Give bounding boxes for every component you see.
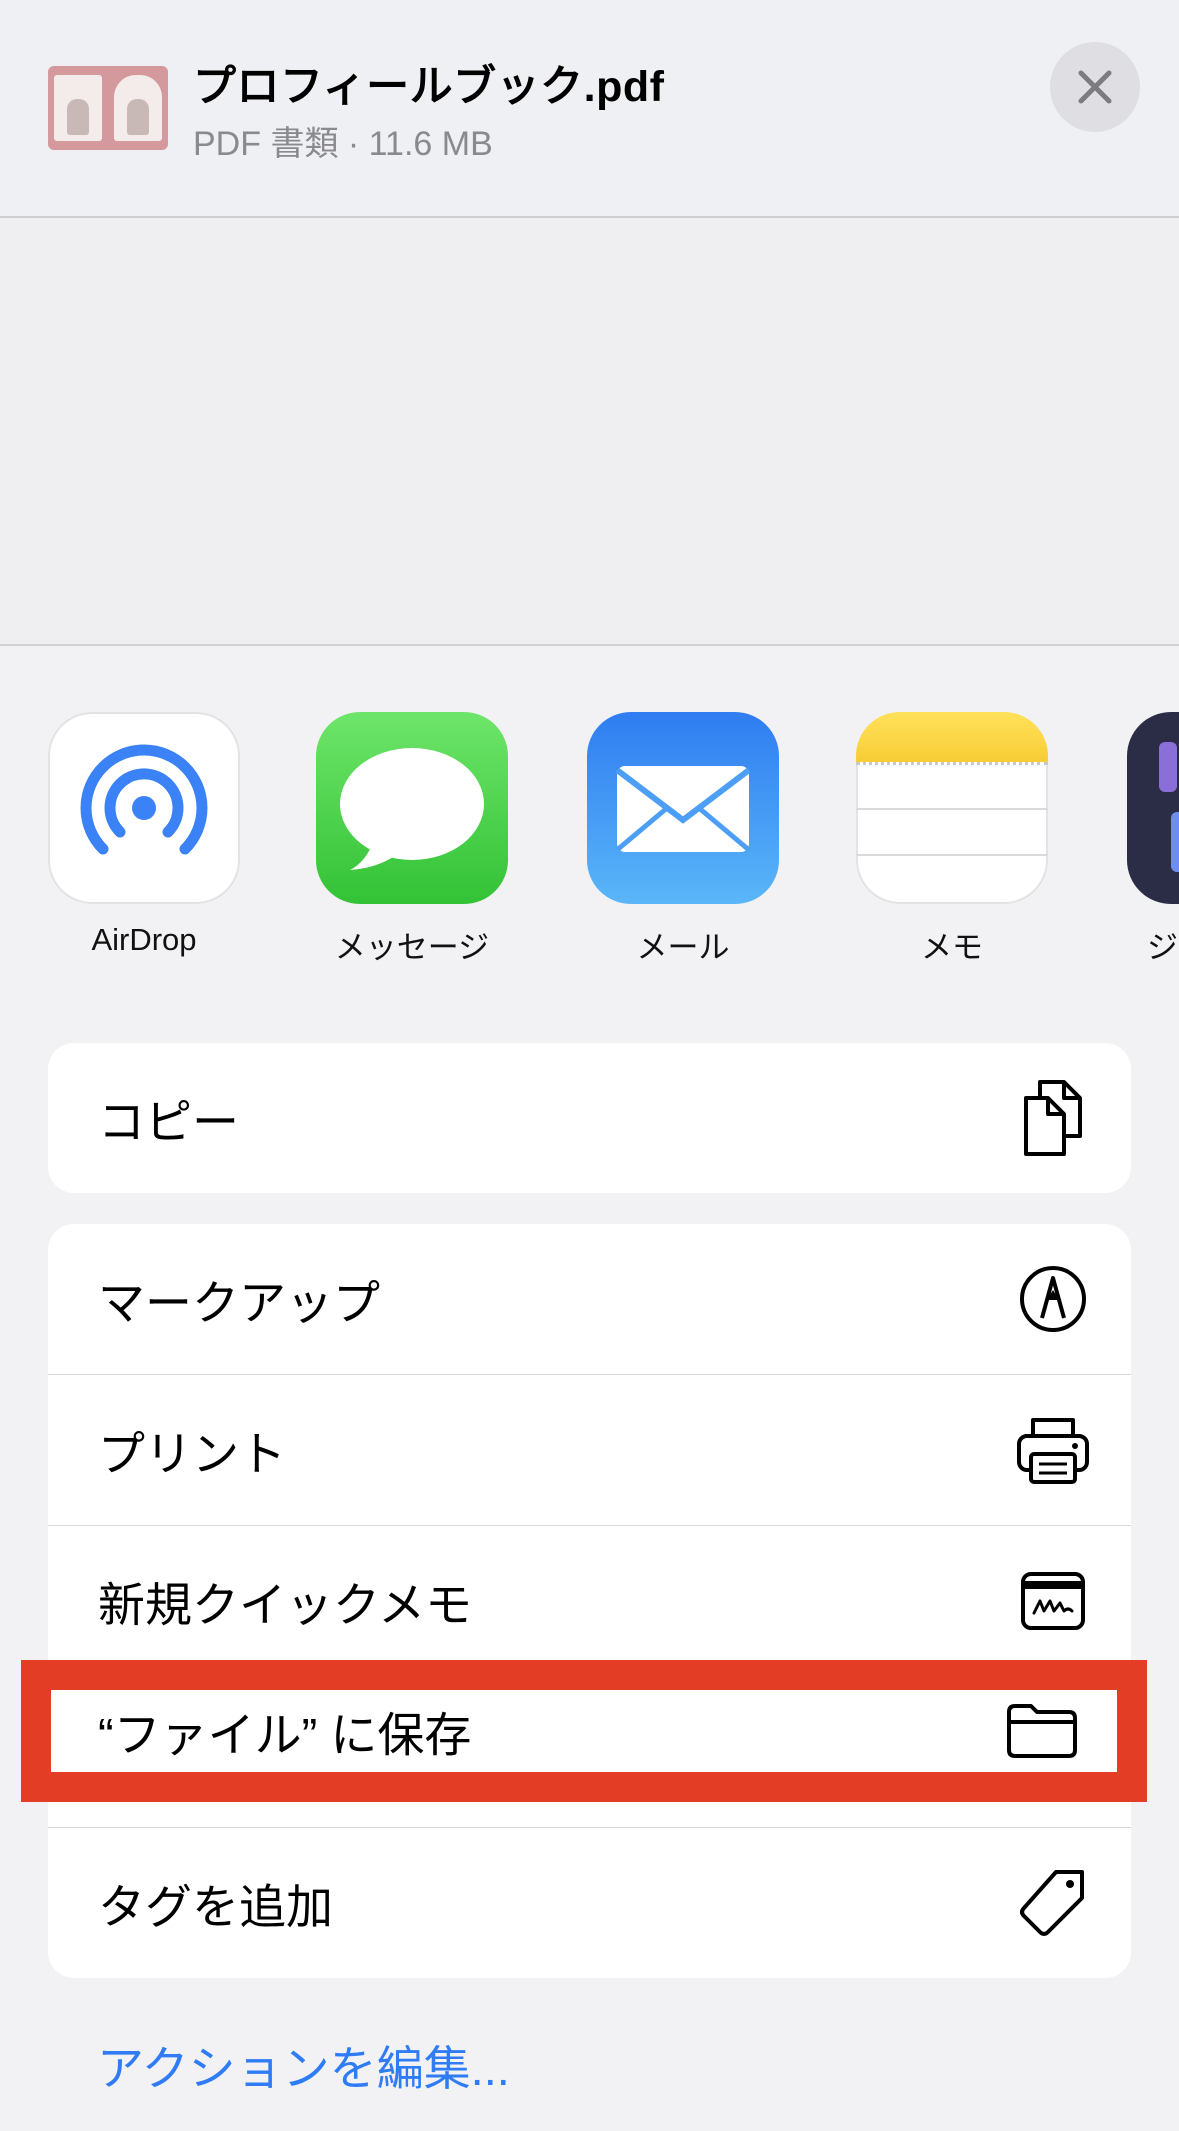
- app-airdrop[interactable]: AirDrop: [48, 712, 240, 958]
- action-group-main: マークアップ プリント 新規クイックメモ タグを追加: [48, 1224, 1131, 1978]
- action-quick-note[interactable]: 新規クイックメモ: [48, 1525, 1131, 1676]
- copy-icon: [1015, 1080, 1091, 1156]
- app-label: AirDrop: [91, 922, 197, 957]
- notes-icon: [856, 712, 1048, 904]
- preview-area: [0, 218, 1179, 646]
- app-partial[interactable]: ジ: [1127, 712, 1179, 967]
- printer-icon: [1015, 1412, 1091, 1488]
- close-icon: [1078, 70, 1112, 104]
- share-sheet-header: プロフィールブック.pdf PDF 書類 · 11.6 MB: [0, 0, 1179, 218]
- file-thumbnail: [48, 66, 168, 150]
- action-label: プリント: [98, 1427, 286, 1481]
- app-icon: [1127, 712, 1179, 904]
- share-apps-row[interactable]: AirDrop メッセージ メール メモ ジ: [0, 712, 1179, 972]
- tag-icon: [1015, 1865, 1091, 1941]
- action-markup[interactable]: マークアップ: [48, 1224, 1131, 1374]
- file-name: プロフィールブック.pdf: [193, 63, 665, 111]
- action-group-copy: コピー: [48, 1043, 1131, 1193]
- action-label: コピー: [98, 1095, 239, 1149]
- app-label: ジ: [1147, 930, 1178, 965]
- app-mail[interactable]: メール: [587, 712, 779, 967]
- action-label: マークアップ: [98, 1276, 380, 1330]
- mail-icon: [587, 712, 779, 904]
- action-print[interactable]: プリント: [48, 1374, 1131, 1525]
- app-label: メモ: [921, 930, 983, 965]
- app-notes[interactable]: メモ: [856, 712, 1048, 967]
- action-label: タグを追加: [98, 1880, 333, 1934]
- action-add-tag[interactable]: タグを追加: [48, 1827, 1131, 1978]
- edit-actions-link[interactable]: アクションを編集...: [97, 2030, 510, 2099]
- messages-icon: [316, 712, 508, 904]
- markup-icon: [1015, 1261, 1091, 1337]
- action-save-to-files[interactable]: “ファイル” に保存: [51, 1690, 1117, 1772]
- action-copy[interactable]: コピー: [48, 1043, 1131, 1193]
- folder-icon: [1004, 1693, 1080, 1769]
- close-button[interactable]: [1050, 42, 1140, 132]
- action-label: 新規クイックメモ: [98, 1578, 473, 1632]
- airdrop-icon: [48, 712, 240, 904]
- app-messages[interactable]: メッセージ: [316, 712, 508, 967]
- app-label: メール: [636, 930, 730, 965]
- quick-note-icon: [1015, 1563, 1091, 1639]
- app-label: メッセージ: [334, 930, 490, 965]
- action-label: “ファイル” に保存: [98, 1708, 472, 1762]
- file-meta: PDF 書類 · 11.6 MB: [193, 125, 493, 163]
